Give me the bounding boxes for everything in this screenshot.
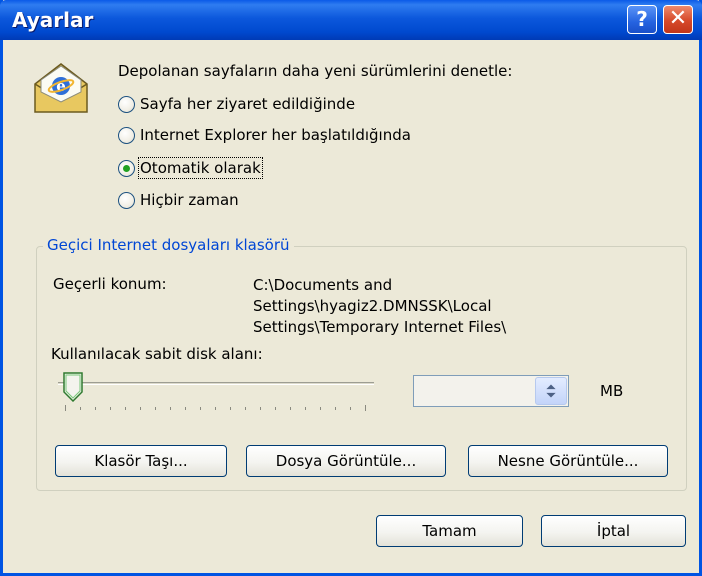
radio-never[interactable]: Hiçbir zaman	[118, 189, 239, 211]
slider-ticks	[65, 405, 366, 411]
group-title: Geçici Internet dosyaları klasörü	[43, 236, 294, 254]
location-line: C:\Documents and	[253, 276, 393, 294]
radio-label: Otomatik olarak	[138, 157, 263, 179]
view-files-button[interactable]: Dosya Görüntüle...	[246, 445, 446, 477]
title-bar[interactable]: Ayarlar ? ✕	[0, 0, 702, 40]
radio-label: Internet Explorer her başlatıldığında	[140, 126, 411, 144]
help-icon: ?	[636, 7, 648, 31]
check-heading: Depolanan sayfaların daha yeni sürümleri…	[118, 62, 513, 80]
spin-updown-icon[interactable]	[535, 377, 567, 405]
ok-button[interactable]: Tamam	[376, 515, 523, 547]
radio-automatic[interactable]: Otomatik olarak	[118, 157, 263, 179]
radio-label: Hiçbir zaman	[140, 191, 239, 209]
close-button[interactable]: ✕	[663, 5, 693, 34]
location-value: C:\Documents and Settings\hyagiz2.DMNSSK…	[253, 275, 506, 338]
ie-envelope-icon: e	[34, 63, 88, 113]
move-folder-button[interactable]: Klasör Taşı...	[55, 445, 227, 477]
view-objects-button[interactable]: Nesne Görüntüle...	[468, 445, 668, 477]
location-line: Settings\Temporary Internet Files\	[253, 318, 507, 336]
radio-button[interactable]	[118, 126, 135, 144]
radio-label: Sayfa her ziyaret edildiğinde	[140, 95, 356, 113]
svg-text:e: e	[56, 77, 66, 95]
close-icon: ✕	[668, 6, 688, 31]
cancel-button[interactable]: İptal	[541, 515, 686, 547]
slider-thumb[interactable]	[63, 372, 83, 402]
radio-every-start[interactable]: Internet Explorer her başlatıldığında	[118, 124, 411, 146]
location-line: Settings\hyagiz2.DMNSSK\Local	[253, 297, 492, 315]
location-label: Geçerli konum:	[53, 275, 167, 293]
help-button[interactable]: ?	[627, 5, 657, 34]
disk-space-slider[interactable]	[58, 382, 374, 385]
settings-dialog: Ayarlar ? ✕ e Depolanan sayfaların daha …	[0, 0, 702, 576]
unit-label: MB	[600, 382, 624, 400]
radio-button[interactable]	[118, 191, 135, 209]
window-title: Ayarlar	[12, 8, 94, 32]
radio-button[interactable]	[118, 95, 135, 113]
radio-every-visit[interactable]: Sayfa her ziyaret edildiğinde	[118, 93, 355, 115]
radio-button-selected[interactable]	[118, 159, 135, 177]
disk-space-label: Kullanılacak sabit disk alanı:	[51, 345, 263, 363]
